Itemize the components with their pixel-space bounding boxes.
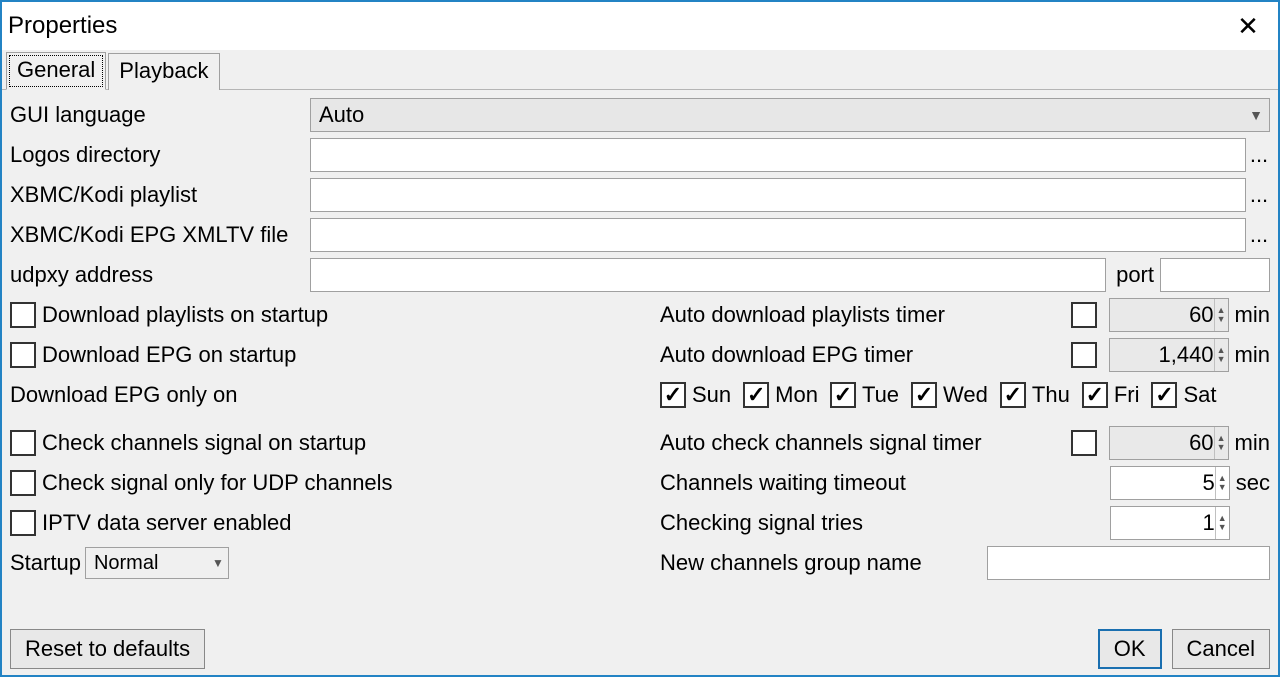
day-sun-checkbox[interactable] <box>660 382 686 408</box>
epg-timer-value: 1,440 <box>1158 342 1213 368</box>
spinner-arrows-icon[interactable]: ▲▼ <box>1215 467 1229 499</box>
signal-tries-value: 1 <box>1203 510 1215 536</box>
new-channels-group-label: New channels group name <box>660 550 922 576</box>
kodi-playlist-browse-button[interactable]: ... <box>1248 185 1270 205</box>
download-epg-only-on-label: Download EPG only on <box>10 382 237 408</box>
day-fri-checkbox[interactable] <box>1082 382 1108 408</box>
chevron-down-icon: ▼ <box>1249 107 1263 123</box>
tab-strip: General Playback <box>2 50 1278 90</box>
day-sat-checkbox[interactable] <box>1151 382 1177 408</box>
startup-combo[interactable]: Normal ▼ <box>85 547 229 579</box>
port-input[interactable] <box>1160 258 1270 292</box>
logos-directory-input[interactable] <box>310 138 1246 172</box>
auto-download-epg-timer-label: Auto download EPG timer <box>660 342 913 368</box>
startup-value: Normal <box>94 552 158 575</box>
tab-playback[interactable]: Playback <box>108 53 219 90</box>
spinner-arrows-icon[interactable]: ▲▼ <box>1214 339 1228 371</box>
startup-label: Startup <box>10 550 81 576</box>
day-tue-checkbox[interactable] <box>830 382 856 408</box>
port-label: port <box>1116 262 1154 288</box>
tab-general[interactable]: General <box>6 52 106 90</box>
udpxy-address-label: udpxy address <box>10 262 310 288</box>
download-playlists-startup-checkbox[interactable] <box>10 302 36 328</box>
auto-check-signal-timer-label: Auto check channels signal timer <box>660 430 982 456</box>
signal-tries-spinner[interactable]: 1 ▲▼ <box>1110 506 1230 540</box>
ok-button[interactable]: OK <box>1098 629 1162 669</box>
auto-download-playlists-timer-checkbox[interactable] <box>1071 302 1097 328</box>
download-epg-startup-label: Download EPG on startup <box>42 342 296 368</box>
kodi-playlist-label: XBMC/Kodi playlist <box>10 182 310 208</box>
day-fri-label: Fri <box>1114 382 1140 408</box>
signal-timer-value: 60 <box>1189 430 1213 456</box>
min-unit: min <box>1235 342 1270 368</box>
chevron-down-icon: ▼ <box>212 556 224 570</box>
day-thu-checkbox[interactable] <box>1000 382 1026 408</box>
check-channels-startup-label: Check channels signal on startup <box>42 430 366 456</box>
epg-timer-spinner[interactable]: 1,440 ▲▼ <box>1109 338 1229 372</box>
cancel-button[interactable]: Cancel <box>1172 629 1270 669</box>
day-mon-label: Mon <box>775 382 818 408</box>
day-wed-checkbox[interactable] <box>911 382 937 408</box>
titlebar: Properties ✕ <box>2 2 1278 50</box>
new-channels-group-input[interactable] <box>987 546 1270 580</box>
check-udp-only-label: Check signal only for UDP channels <box>42 470 393 496</box>
day-mon-checkbox[interactable] <box>743 382 769 408</box>
waiting-timeout-value: 5 <box>1203 470 1215 496</box>
udpxy-address-input[interactable] <box>310 258 1106 292</box>
spinner-arrows-icon[interactable]: ▲▼ <box>1214 299 1228 331</box>
checking-signal-tries-label: Checking signal tries <box>660 510 863 536</box>
day-tue-label: Tue <box>862 382 899 408</box>
min-unit: min <box>1235 430 1270 456</box>
kodi-epg-input[interactable] <box>310 218 1246 252</box>
kodi-playlist-input[interactable] <box>310 178 1246 212</box>
day-sun-label: Sun <box>692 382 731 408</box>
playlists-timer-value: 60 <box>1189 302 1213 328</box>
iptv-server-enabled-label: IPTV data server enabled <box>42 510 291 536</box>
logos-directory-label: Logos directory <box>10 142 310 168</box>
auto-download-epg-timer-checkbox[interactable] <box>1071 342 1097 368</box>
min-unit: min <box>1235 302 1270 328</box>
spinner-arrows-icon[interactable]: ▲▼ <box>1214 427 1228 459</box>
check-udp-only-checkbox[interactable] <box>10 470 36 496</box>
auto-check-signal-timer-checkbox[interactable] <box>1071 430 1097 456</box>
gui-language-value: Auto <box>319 102 364 128</box>
kodi-epg-browse-button[interactable]: ... <box>1248 225 1270 245</box>
day-thu-label: Thu <box>1032 382 1070 408</box>
sec-unit: sec <box>1236 470 1270 496</box>
window-title: Properties <box>8 12 117 40</box>
playlists-timer-spinner[interactable]: 60 ▲▼ <box>1109 298 1229 332</box>
reset-defaults-button[interactable]: Reset to defaults <box>10 629 205 669</box>
channels-waiting-timeout-label: Channels waiting timeout <box>660 470 906 496</box>
download-playlists-startup-label: Download playlists on startup <box>42 302 328 328</box>
kodi-epg-label: XBMC/Kodi EPG XMLTV file <box>10 222 310 248</box>
iptv-server-enabled-checkbox[interactable] <box>10 510 36 536</box>
auto-download-playlists-timer-label: Auto download playlists timer <box>660 302 945 328</box>
waiting-timeout-spinner[interactable]: 5 ▲▼ <box>1110 466 1230 500</box>
spinner-arrows-icon[interactable]: ▲▼ <box>1215 507 1229 539</box>
day-sat-label: Sat <box>1183 382 1216 408</box>
signal-timer-spinner[interactable]: 60 ▲▼ <box>1109 426 1229 460</box>
bottom-bar: Reset to defaults OK Cancel <box>10 629 1270 669</box>
download-epg-startup-checkbox[interactable] <box>10 342 36 368</box>
day-wed-label: Wed <box>943 382 988 408</box>
logos-browse-button[interactable]: ... <box>1248 145 1270 165</box>
check-channels-startup-checkbox[interactable] <box>10 430 36 456</box>
gui-language-combo[interactable]: Auto ▼ <box>310 98 1270 132</box>
gui-language-label: GUI language <box>10 102 310 128</box>
properties-window: Properties ✕ General Playback GUI langua… <box>0 0 1280 677</box>
close-icon[interactable]: ✕ <box>1228 6 1268 46</box>
general-panel: GUI language Auto ▼ Logos directory ... … <box>2 90 1278 590</box>
